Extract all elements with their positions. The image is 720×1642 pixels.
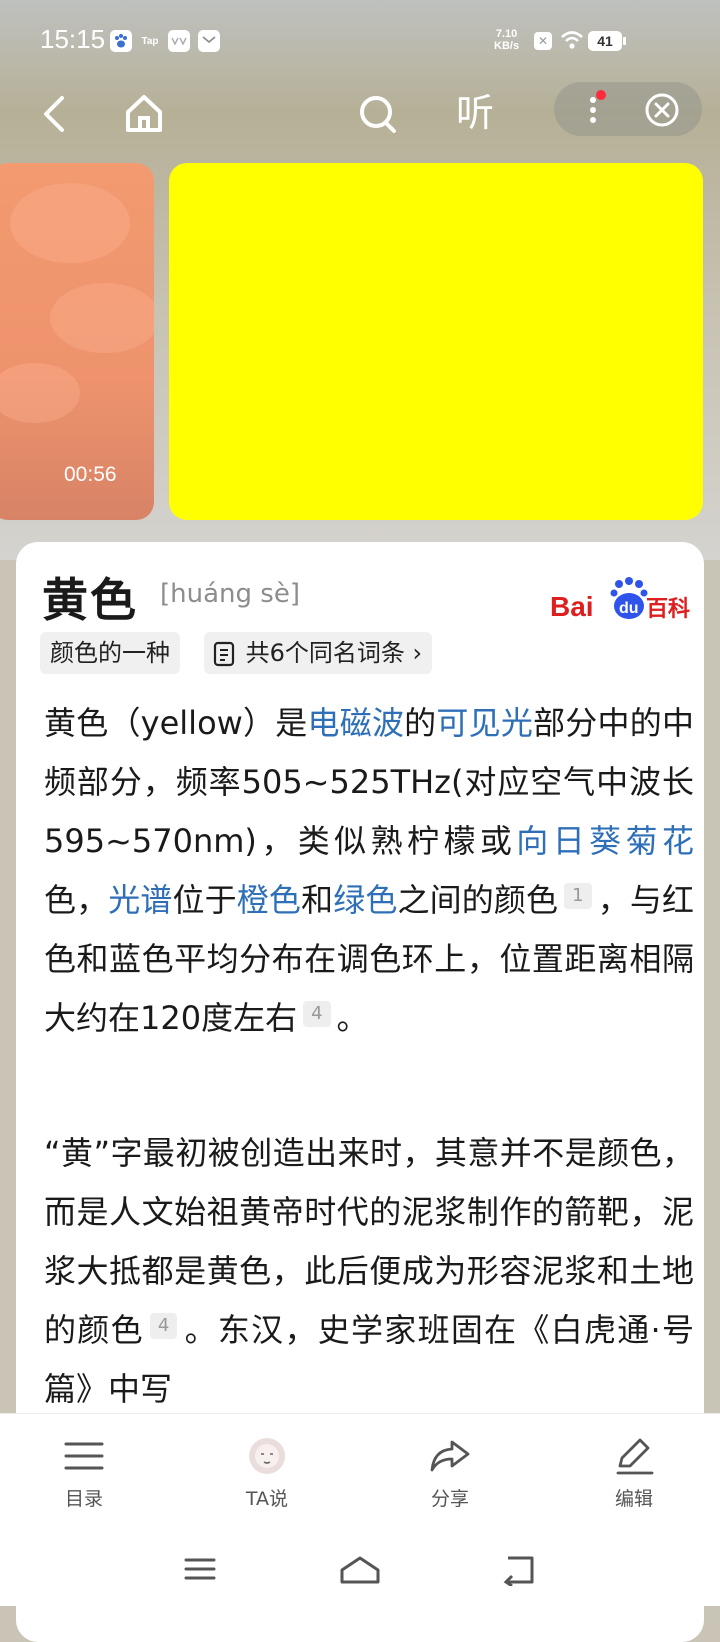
entry-type-tag[interactable]: 颜色的一种 [40, 632, 180, 674]
baidu-app-icon [110, 30, 132, 52]
notification-dot [596, 90, 606, 100]
share-icon [430, 1440, 470, 1472]
link-visible-light[interactable]: 可见光 [436, 704, 533, 742]
video-thumbnail[interactable]: 00:56 [0, 163, 154, 520]
svg-text:Bai: Bai [550, 591, 594, 622]
tab-contents[interactable]: 目录 [34, 1436, 134, 1511]
list-icon [64, 1442, 104, 1470]
listen-button[interactable]: 听 [456, 82, 494, 137]
summary-paragraph: 黄色（yellow）是电磁波的可见光部分中的中频部分，频率505~525THz(… [44, 704, 694, 1037]
close-icon[interactable] [644, 92, 680, 128]
tab-share[interactable]: 分享 [400, 1436, 500, 1511]
reference-badge[interactable]: 1 [564, 883, 592, 909]
edit-pencil-icon [616, 1438, 654, 1475]
network-speed: 7.10 KB/s [494, 28, 520, 52]
recent-apps-icon[interactable] [182, 1554, 218, 1584]
svg-text:du: du [619, 600, 639, 617]
vivo-app-icon [168, 30, 190, 52]
link-electromagnetic-wave[interactable]: 电磁波 [308, 704, 405, 742]
video-duration: 00:56 [64, 463, 117, 486]
reference-badge[interactable]: 4 [303, 1001, 331, 1027]
chevron-right-icon: › [404, 639, 423, 667]
link-sunflower[interactable]: 向日葵菊花 [516, 822, 694, 860]
status-bar: 15:15 Tap 7.10 KB/s ✕ 41 [0, 0, 720, 84]
wifi-icon [561, 31, 583, 49]
system-home-icon[interactable] [338, 1554, 382, 1586]
svg-text:百科: 百科 [646, 597, 690, 622]
back-arrow-icon[interactable] [36, 88, 76, 140]
search-icon[interactable] [356, 88, 400, 140]
document-icon [213, 641, 235, 667]
avatar-icon [249, 1438, 285, 1474]
history-paragraph: “黄”字最初被创造出来时，其意并不是颜色，而是人文始祖黄帝时代的泥浆制作的箭靶，… [44, 1134, 694, 1408]
system-back-icon[interactable] [502, 1554, 538, 1586]
homonym-entries-label: 共6个同名词条 [245, 639, 405, 667]
entry-pinyin: [huáng sè] [160, 579, 300, 609]
baidu-baike-logo: Bai du 百科 [550, 577, 690, 622]
bottom-toolbar: 目录 TA说 分享 编辑 [0, 1413, 720, 1606]
status-time: 15:15 [40, 24, 106, 54]
link-green[interactable]: 绿色 [333, 881, 397, 919]
link-orange[interactable]: 橙色 [237, 881, 301, 919]
tap-app-icon: Tap [141, 35, 159, 47]
tab-edit[interactable]: 编辑 [584, 1436, 684, 1511]
battery-indicator: 41 [588, 31, 626, 51]
link-spectrum[interactable]: 光谱 [108, 881, 172, 919]
reference-badge[interactable]: 4 [149, 1313, 178, 1339]
tab-ta-says[interactable]: TA说 [217, 1436, 317, 1511]
home-icon[interactable] [122, 88, 166, 140]
entry-title: 黄色 [42, 573, 138, 627]
capsule-menu [554, 82, 702, 136]
message-app-icon [198, 30, 220, 52]
homonym-entries-tag[interactable]: 共6个同名词条 › [204, 632, 433, 674]
sim-off-icon: ✕ [534, 32, 552, 50]
color-swatch-image[interactable] [169, 163, 703, 520]
